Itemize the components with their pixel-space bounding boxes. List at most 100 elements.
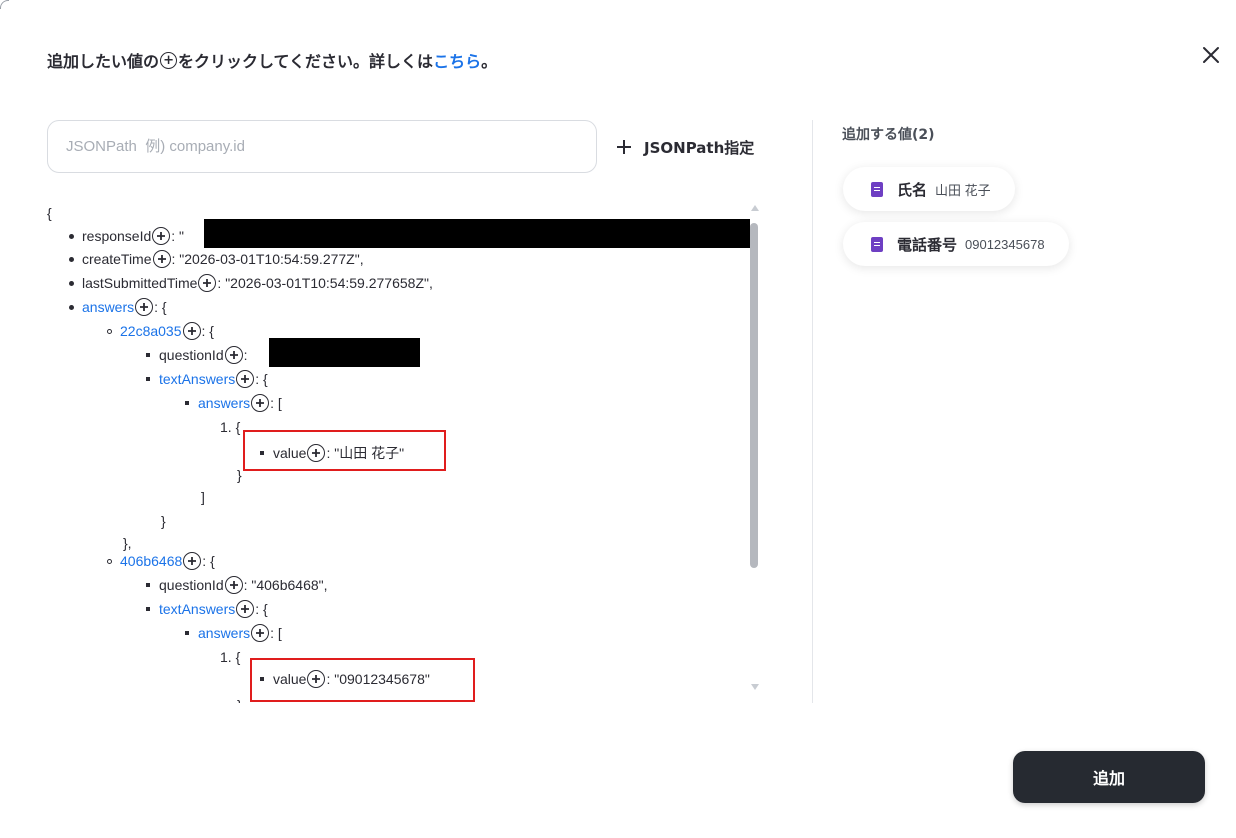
tree-value: : [243, 347, 248, 363]
google-forms-icon [871, 236, 883, 252]
tree-close-bracket: ] [201, 489, 205, 505]
tree-close-brace: } [237, 694, 242, 703]
tree-line-question-406b6468: 406b6468 : { [107, 550, 215, 572]
tree-value: : { [201, 323, 214, 339]
bullet [146, 583, 150, 587]
tree-line-question-id-1: questionId : [146, 344, 248, 366]
jsonpath-search-input[interactable] [47, 120, 597, 173]
tree-close-brace: } [237, 467, 242, 483]
json-open-brace: { [47, 205, 52, 221]
add-value-icon[interactable] [198, 274, 217, 292]
bullet [146, 353, 150, 357]
add-value-icon[interactable] [152, 250, 171, 268]
google-forms-icon [871, 181, 883, 197]
tree-line-text-answers-2: textAnswers : { [146, 598, 268, 620]
plus-icon [617, 140, 631, 154]
bullet [185, 401, 189, 405]
highlight-phone-value [250, 658, 475, 702]
instruction-text-2: をクリックしてください。詳しくは [178, 52, 434, 71]
tree-key: responseId [82, 228, 152, 244]
add-value-icon[interactable] [152, 227, 171, 245]
scroll-thumb[interactable] [750, 223, 758, 568]
tree-scrollbar[interactable] [748, 205, 762, 690]
tree-line-create-time: createTime : "2026-03-01T10:54:59.277Z", [69, 248, 364, 270]
bullet [69, 304, 74, 310]
chip-label: 氏名 [897, 180, 928, 199]
add-value-icon[interactable] [236, 600, 255, 618]
tree-value: : "406b6468", [243, 577, 328, 593]
add-value-icon[interactable] [251, 394, 270, 412]
add-value-icon[interactable] [182, 322, 201, 340]
tree-value: : " [171, 228, 185, 244]
chip-value: 09012345678 [965, 236, 1045, 252]
bullet [69, 280, 74, 286]
add-value-icon[interactable] [135, 298, 154, 316]
bullet [185, 631, 189, 635]
tree-line-array-index-2: 1. { [220, 649, 241, 665]
json-tree-viewer[interactable]: { responseId : " createTime : "2026-03-0… [47, 200, 750, 703]
add-value-icon[interactable] [224, 346, 243, 364]
tree-key: questionId [159, 577, 224, 593]
bullet [69, 256, 74, 262]
tree-line-text-answers-1: textAnswers : { [146, 368, 268, 390]
tree-line-question-22c8a035: 22c8a035 : { [107, 320, 214, 342]
tree-line-response-id: responseId : " [69, 225, 184, 247]
redacted-question-id [269, 338, 420, 367]
tree-line-last-submitted: lastSubmittedTime : "2026-03-01T10:54:59… [69, 272, 433, 294]
panel-divider [812, 120, 813, 703]
tree-value: : { [255, 601, 268, 617]
selected-chip-name[interactable]: 氏名 山田 花子 [843, 167, 1015, 211]
tree-value: : { [154, 299, 167, 315]
tree-line-answers: answers : { [69, 296, 167, 318]
add-value-icon[interactable] [236, 370, 255, 388]
add-value-icon[interactable] [183, 552, 202, 570]
scroll-down-arrow-icon[interactable] [751, 684, 759, 690]
selected-values-title: 追加する値(2) [842, 127, 935, 143]
tree-value: : { [202, 553, 215, 569]
highlight-name-value [243, 430, 446, 471]
add-value-icon[interactable] [251, 624, 270, 642]
instruction-header: 追加したい値の + をクリックしてください。詳しくは こちら 。 [47, 48, 497, 72]
plus-circle-icon: + [160, 51, 178, 69]
tree-line-answers-array-2: answers : [ [185, 622, 282, 644]
add-value-icon[interactable] [224, 576, 243, 594]
tree-value: : "2026-03-01T10:54:59.277Z", [171, 251, 364, 267]
redacted-response-id [204, 219, 750, 248]
instruction-text-1: 追加したい値の [47, 52, 160, 71]
tree-key-link[interactable]: 22c8a035 [120, 323, 182, 339]
tree-key: questionId [159, 347, 224, 363]
instruction-text-3: 。 [481, 52, 498, 71]
bullet [107, 328, 112, 334]
window-corner [0, 0, 9, 9]
bullet [146, 377, 150, 381]
bullet [146, 607, 150, 611]
tree-close-brace: } [161, 513, 166, 529]
tree-key-link[interactable]: 406b6468 [120, 553, 182, 569]
tree-key-link[interactable]: answers [82, 299, 134, 315]
close-icon [1203, 47, 1219, 63]
tree-line-array-index-1: 1. { [220, 419, 241, 435]
bullet [69, 233, 74, 239]
chip-value: 山田 花子 [935, 182, 991, 198]
tree-key: lastSubmittedTime [82, 275, 198, 291]
tree-value: : [ [270, 625, 282, 641]
add-button[interactable]: 追加 [1013, 751, 1205, 803]
jsonpath-specify-label: JSONPath指定 [644, 138, 755, 157]
jsonpath-specify-button[interactable]: JSONPath指定 [616, 132, 754, 162]
help-link[interactable]: こちら [433, 48, 481, 72]
tree-key-link[interactable]: answers [198, 625, 250, 641]
tree-value: : [ [270, 395, 282, 411]
tree-line-answers-array-1: answers : [ [185, 392, 282, 414]
chip-label: 電話番号 [897, 235, 958, 254]
scroll-up-arrow-icon[interactable] [751, 205, 759, 211]
tree-key-link[interactable]: textAnswers [159, 371, 235, 387]
tree-key-link[interactable]: answers [198, 395, 250, 411]
tree-value: : { [255, 371, 268, 387]
tree-key-link[interactable]: textAnswers [159, 601, 235, 617]
tree-value: : "2026-03-01T10:54:59.277658Z", [217, 275, 433, 291]
tree-key: createTime [82, 251, 152, 267]
bullet [107, 558, 112, 564]
tree-line-question-id-2: questionId : "406b6468", [146, 574, 328, 596]
close-button[interactable] [1198, 42, 1224, 68]
selected-chip-phone[interactable]: 電話番号 09012345678 [843, 222, 1069, 266]
